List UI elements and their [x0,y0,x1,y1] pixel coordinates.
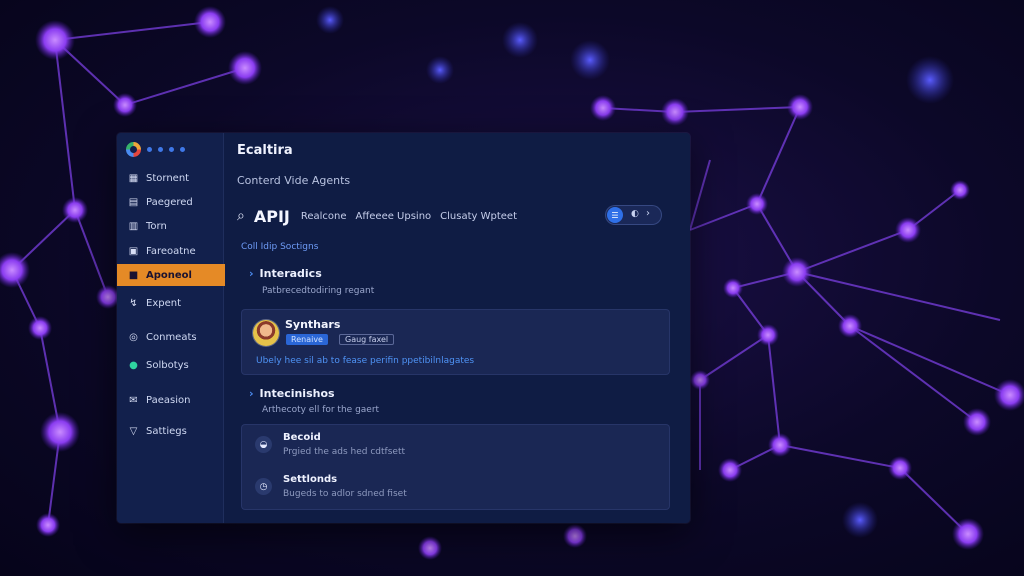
group-header-interadics[interactable]: › Interadics [249,267,322,280]
window-dot-icon[interactable] [180,146,185,152]
sidebar-item-torn[interactable]: ▥ Torn [117,215,223,237]
sidebar-item-label: Fareoatne [146,245,196,257]
list-item-title[interactable]: Becoid [283,432,321,443]
grid-icon: ▦ [128,172,139,184]
sidebar-item-solbotys[interactable]: ● Solbotys [117,354,223,376]
chevron-right-icon: › [249,387,254,400]
status-badge: Renaive [286,334,328,345]
sidebar-item-fareoatne[interactable]: ▣ Fareoatne [117,240,223,262]
settings-icon: ▽ [129,425,138,437]
search-icon[interactable]: ⌕ [237,208,245,224]
layers-icon: ▤ [128,196,139,208]
group-header-intecinishos[interactable]: › Intecinishos [249,387,335,400]
folder-icon: ■ [128,269,139,281]
sidebar-item-label: Torn [146,220,167,232]
status-icon: ● [129,359,138,371]
sidebar-item-label: Paegered [146,196,193,208]
sidebar-item-label: Conmeats [146,331,197,343]
app-window: ▦ Stornent ▤ Paegered ▥ Torn ▣ Fareoatne… [117,133,690,523]
search-query[interactable]: APIJ [254,207,290,226]
group-title: Interadics [259,267,322,280]
sidebar-item-label: Aponeol [146,269,192,281]
section-label[interactable]: Coll Idip Soctigns [241,242,318,252]
sidebar-item-stornent[interactable]: ▦ Stornent [117,167,223,189]
card-title: Synthars [285,318,341,331]
group-title: Intecinishos [259,387,335,400]
group-description: Patbrecedtodiring regant [262,286,375,296]
list-item-title[interactable]: Settlonds [283,474,337,485]
avatar [253,320,279,346]
key-icon: ✉ [129,394,138,406]
record-icon[interactable]: ◒ [255,436,272,453]
chevron-right-icon: › [249,267,254,280]
tag-badge: Gaug faxel [339,334,395,345]
tab-affeeee-upsino[interactable]: Affeeee Upsino [356,211,432,222]
sidebar-item-paeasion[interactable]: ✉ Paeasion [117,389,223,411]
page-subtitle: Conterd Vide Agents [237,174,351,187]
sidebar-item-label: Sattiegs [146,425,187,437]
app-logo-icon[interactable] [126,141,141,157]
sidebar-item-aponeol[interactable]: ■ Aponeol [117,264,225,286]
window-dot-icon[interactable] [169,146,174,152]
sidebar-item-label: Expent [146,297,181,309]
agent-card[interactable]: Synthars Renaive Gaug faxel Ubely hee si… [241,309,670,375]
comment-icon: ◎ [129,331,138,343]
list-item-description: Bugeds to adlor sdned fiset [283,489,407,499]
group-description: Arthecoty ell for the gaert [262,405,380,415]
view-toggle[interactable]: ☰ ◐ › [605,205,662,225]
document-icon: ▣ [128,245,139,257]
page-title: Ecaltira [237,143,293,158]
sidebar-header [117,133,223,165]
sidebar-item-paegered[interactable]: ▤ Paegered [117,191,223,213]
contrast-icon[interactable]: ◐ [631,209,639,219]
tab-realcone[interactable]: Realcone [301,211,347,222]
sidebar-item-conmeats[interactable]: ◎ Conmeats [117,326,223,348]
chevron-right-icon[interactable]: › [646,208,650,219]
clock-icon[interactable]: ◷ [255,478,272,495]
card-link[interactable]: Ubely hee sil ab to fease perifin ppetib… [256,356,474,366]
sidebar-item-sattiegs[interactable]: ▽ Sattiegs [117,420,223,442]
list-item-description: Prgied the ads hed cdtfsett [283,447,406,457]
sidebar-item-label: Paeasion [146,394,191,406]
book-icon: ▥ [128,220,139,232]
main-panel: Ecaltira A ▯ Conterd Vide Agents ⌕ APIJ … [224,133,690,523]
export-icon: ↯ [129,297,138,309]
window-dot-icon[interactable] [147,146,152,152]
tab-clusaty-wpteet[interactable]: Clusaty Wpteet [440,211,517,222]
settings-card: ◒ Becoid Prgied the ads hed cdtfsett ◷ S… [241,424,670,510]
list-view-icon[interactable]: ☰ [607,207,623,223]
search-bar[interactable]: ⌕ APIJ Realcone Affeeee Upsino Clusaty W… [237,205,517,227]
sidebar-item-label: Stornent [146,172,190,184]
sidebar-item-label: Solbotys [146,359,189,371]
window-dot-icon[interactable] [158,146,163,152]
sidebar-item-expent[interactable]: ↯ Expent [117,292,223,314]
sidebar: ▦ Stornent ▤ Paegered ▥ Torn ▣ Fareoatne… [117,133,225,523]
